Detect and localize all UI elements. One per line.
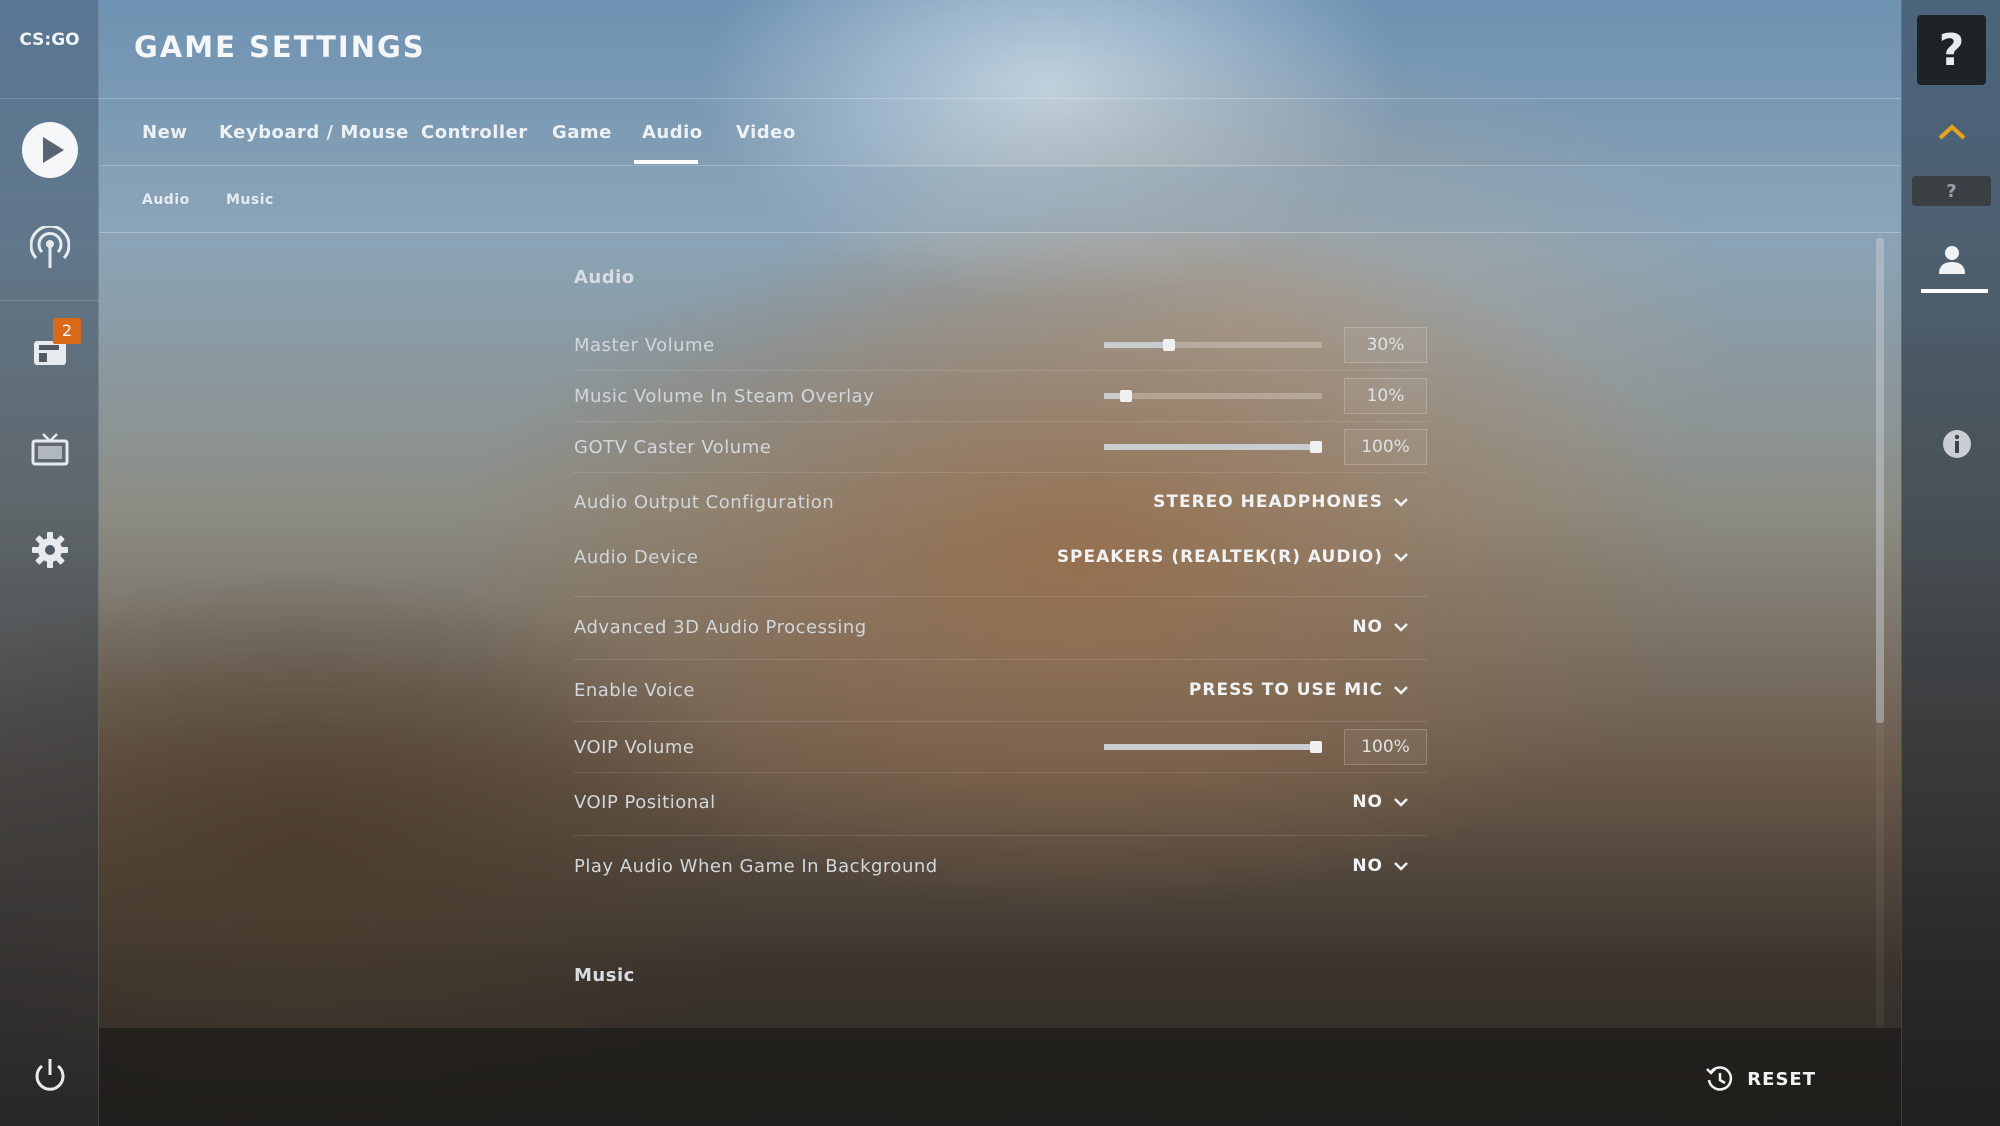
setting-label: Enable Voice [574,680,695,701]
setting-label: VOIP Positional [574,792,716,813]
play-icon [21,122,78,178]
tab-keyboard-mouse[interactable]: Keyboard / Mouse [219,122,409,143]
audio-device-dropdown[interactable]: SPEAKERS (REALTEK(R) AUDIO) [1057,547,1409,567]
music-volume-overlay-slider[interactable] [1104,390,1322,402]
master-volume-value[interactable]: 30% [1344,327,1427,363]
chevron-down-icon [1394,862,1408,871]
scrollbar-thumb[interactable] [1876,238,1884,723]
setting-label: GOTV Caster Volume [574,437,772,458]
gotv-caster-volume-slider[interactable] [1104,441,1322,453]
setting-row-audio-output-config: Audio Output Configuration STEREO HEADPH… [574,473,1427,532]
voip-volume-slider[interactable] [1104,741,1322,753]
power-icon [35,1059,64,1091]
slider-knob[interactable] [1163,339,1176,351]
dropdown-value: STEREO HEADPHONES [1153,492,1383,512]
play-button[interactable] [0,110,99,190]
header: GAME SETTINGS [99,0,1901,99]
broadcast-button[interactable] [0,208,99,288]
music-volume-overlay-value[interactable]: 10% [1344,378,1427,414]
voip-positional-dropdown[interactable]: NO [1352,792,1409,812]
tab-audio[interactable]: Audio [642,122,703,143]
setting-label: Play Audio When Game In Background [574,856,938,877]
nav-divider [0,98,99,99]
chevron-up-icon[interactable] [1937,122,1967,142]
setting-label: Audio Output Configuration [574,492,835,513]
setting-label: Advanced 3D Audio Processing [574,617,867,638]
friend-slot-help[interactable]: ? [1912,176,1991,206]
chevron-down-icon [1394,498,1408,507]
reset-button[interactable]: RESET [1705,1064,1816,1094]
slider-knob[interactable] [1310,441,1322,453]
dropdown-value: SPEAKERS (REALTEK(R) AUDIO) [1056,547,1383,567]
section-title-music: Music [574,965,635,986]
setting-row-voip-positional: VOIP Positional NO [574,773,1427,836]
tab-bar: New Keyboard / Mouse Controller Game Aud… [99,100,1901,166]
enable-voice-dropdown[interactable]: PRESS TO USE MIC [1189,680,1409,700]
setting-label: Audio Device [574,547,699,568]
master-volume-slider[interactable] [1104,339,1322,351]
setting-label: Master Volume [574,335,715,356]
setting-row-music-volume-overlay: Music Volume In Steam Overlay 10% [574,371,1427,422]
left-nav: CS:GO 2 [0,0,99,1126]
info-icon[interactable] [1942,429,1972,459]
user-icon[interactable] [1937,244,1967,276]
slider-fill [1104,744,1316,750]
tab-video[interactable]: Video [736,122,796,143]
broadcast-icon [29,226,70,268]
chevron-down-icon [1394,623,1408,632]
watch-button[interactable] [0,410,99,490]
dropdown-value: PRESS TO USE MIC [1188,680,1383,700]
setting-row-audio-device: Audio Device SPEAKERS (REALTEK(R) AUDIO) [574,532,1427,597]
tab-game[interactable]: Game [552,122,612,143]
page-title: GAME SETTINGS [134,30,426,64]
setting-row-voip-volume: VOIP Volume 100% [574,722,1427,773]
dropdown-value: NO [1352,792,1383,812]
play-audio-background-dropdown[interactable]: NO [1352,856,1409,876]
setting-row-master-volume: Master Volume 30% [574,326,1427,371]
inventory-badge: 2 [53,318,81,344]
setting-row-gotv-caster-volume: GOTV Caster Volume 100% [574,422,1427,473]
setting-label: Music Volume In Steam Overlay [574,386,875,407]
nav-divider [0,300,99,301]
tab-new[interactable]: New [142,122,187,143]
setting-label: VOIP Volume [574,737,695,758]
setting-row-enable-voice: Enable Voice PRESS TO USE MIC [574,660,1427,722]
tv-icon [31,433,68,466]
advanced-3d-audio-dropdown[interactable]: NO [1352,617,1409,637]
scrollbar[interactable] [1876,238,1884,1028]
settings-button[interactable] [0,510,99,590]
tab-controller[interactable]: Controller [421,122,528,143]
reset-label: RESET [1747,1068,1816,1090]
setting-row-advanced-3d-audio: Advanced 3D Audio Processing NO [574,597,1427,660]
right-panel: ? ? [1901,0,2000,1126]
slider-knob[interactable] [1310,741,1322,753]
help-button[interactable]: ? [1917,15,1986,85]
slider-knob[interactable] [1119,390,1132,402]
subtab-bar: Audio Music [99,167,1901,233]
history-icon [1706,1066,1733,1091]
subtab-music[interactable]: Music [226,192,274,208]
subtab-audio[interactable]: Audio [142,192,190,208]
chevron-down-icon [1394,553,1408,562]
chevron-down-icon [1394,798,1408,807]
dropdown-value: NO [1352,856,1383,876]
bottom-bar: RESET [99,1027,1901,1126]
active-tab-indicator [634,160,698,164]
slider-fill [1104,342,1170,348]
profile-tab-indicator [1921,289,1988,293]
voip-volume-value[interactable]: 100% [1344,729,1427,765]
power-button[interactable] [0,1036,99,1116]
csgo-logo: CS:GO [19,30,80,50]
slider-fill [1104,444,1316,450]
chevron-down-icon [1394,686,1408,695]
section-title-audio: Audio [574,267,635,288]
gotv-caster-volume-value[interactable]: 100% [1344,429,1427,465]
inventory-button[interactable] [0,310,99,390]
audio-output-config-dropdown[interactable]: STEREO HEADPHONES [1153,492,1409,512]
gear-icon [31,532,68,568]
setting-row-play-audio-background: Play Audio When Game In Background NO [574,836,1427,898]
dropdown-value: NO [1352,617,1383,637]
